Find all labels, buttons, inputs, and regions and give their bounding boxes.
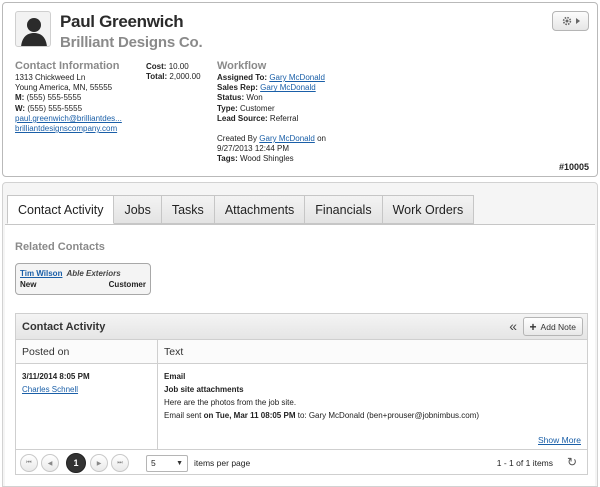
type: Type: Customer <box>217 103 275 113</box>
tab-attachments[interactable]: Attachments <box>214 195 306 224</box>
add-note-button[interactable]: + Add Note <box>522 317 583 336</box>
column-text[interactable]: Text <box>158 340 183 363</box>
panel-header: Contact Activity « + Add Note <box>16 314 587 340</box>
address-line-2: Young America, MN, 55555 <box>15 83 113 93</box>
contact-info-title: Contact Information <box>15 60 120 72</box>
address-line-1: 1313 Chickweed Ln <box>15 73 86 82</box>
person-icon <box>21 18 47 46</box>
tab-jobs[interactable]: Jobs <box>114 195 162 224</box>
table-row: 3/11/2014 8:05 PM Charles Schnell Email … <box>16 364 587 450</box>
tab-bar: Contact Activity Jobs Tasks Attachments … <box>7 195 475 224</box>
first-page-button[interactable]: ⏮ <box>20 454 38 472</box>
contact-header-card: Paul Greenwich Brilliant Designs Co. Con… <box>2 2 598 177</box>
caret-right-icon <box>575 18 580 24</box>
activity-body: Here are the photos from the job site. <box>164 398 297 407</box>
current-page[interactable]: 1 <box>66 453 86 473</box>
related-contact-card[interactable]: Tim Wilson Able Exteriors New Customer <box>15 263 151 295</box>
related-contact-status: New <box>20 280 37 289</box>
activity-kind: Email <box>164 372 186 381</box>
plus-icon: + <box>529 319 537 334</box>
contact-information: Contact Information 1313 Chickweed Ln Yo… <box>15 60 150 134</box>
settings-menu-button[interactable] <box>552 11 589 31</box>
cost: Cost: 10.00 <box>146 62 189 71</box>
related-contacts-title: Related Contacts <box>15 241 105 253</box>
tab-work-orders[interactable]: Work Orders <box>382 195 475 224</box>
activity-author-link[interactable]: Charles Schnell <box>22 385 78 394</box>
activity-subject: Job site attachments <box>164 385 244 394</box>
pager: ⏮ ◀ 1 ▶ ⏭ 5 ▼ items per page 1 - 1 of 1 … <box>16 450 587 476</box>
status: Status: Won <box>217 93 263 103</box>
email-link[interactable]: paul.greenwich@brilliantdes... <box>15 114 122 123</box>
contact-activity-panel: Contact Activity « + Add Note Posted on … <box>15 313 588 475</box>
contact-company: Brilliant Designs Co. <box>60 34 203 51</box>
sales-rep-link[interactable]: Gary McDonald <box>260 83 316 92</box>
items-range: 1 - 1 of 1 items <box>496 458 553 468</box>
related-contact-company: Able Exteriors <box>66 269 121 278</box>
tab-content: Related Contacts Tim Wilson Able Exterior… <box>5 224 595 486</box>
avatar <box>15 11 51 47</box>
related-contact-link[interactable]: Tim Wilson <box>20 269 62 278</box>
collapse-icon[interactable]: « <box>509 318 517 334</box>
assigned-to-link[interactable]: Gary McDonald <box>269 73 325 82</box>
next-page-button[interactable]: ▶ <box>90 454 108 472</box>
panel-title: Contact Activity <box>22 320 106 333</box>
show-more-link[interactable]: Show More <box>538 434 581 447</box>
tab-tasks[interactable]: Tasks <box>161 195 215 224</box>
last-page-button[interactable]: ⏭ <box>111 454 129 472</box>
refresh-icon[interactable]: ↻ <box>567 455 577 469</box>
website-link[interactable]: brilliantdesignscompany.com <box>15 124 117 133</box>
tab-financials[interactable]: Financials <box>305 195 383 224</box>
workflow-section: Workflow Assigned To: Gary McDonald Sale… <box>217 60 437 165</box>
activity-date: 3/11/2014 8:05 PM <box>22 372 90 381</box>
lead-source: Lead Source: Referral <box>217 113 299 123</box>
tabs-area: Contact Activity Jobs Tasks Attachments … <box>2 182 598 487</box>
created-by-link[interactable]: Gary McDonald <box>259 134 315 143</box>
mobile-phone: M: (555) 555-5555 <box>15 93 82 103</box>
column-posted-on[interactable]: Posted on <box>16 340 158 363</box>
created-date: 9/27/2013 12:44 PM <box>217 144 290 154</box>
workflow-title: Workflow <box>217 60 267 72</box>
job-number: #10005 <box>558 162 589 172</box>
tags: Tags: Wood Shingles <box>217 154 294 164</box>
chevron-down-icon: ▼ <box>176 459 183 467</box>
total: Total: 2,000.00 <box>146 72 201 82</box>
related-contact-type: Customer <box>108 280 146 289</box>
tab-contact-activity[interactable]: Contact Activity <box>7 195 115 224</box>
items-per-page-label: items per page <box>194 458 251 468</box>
cost-summary: Cost: 10.00 Total: 2,000.00 <box>146 62 211 82</box>
prev-page-button[interactable]: ◀ <box>41 454 59 472</box>
assigned-to: Assigned To: Gary McDonald <box>217 73 325 82</box>
table-header: Posted on Text <box>16 340 587 364</box>
created-by: Created By Gary McDonald on <box>217 134 326 144</box>
work-phone: W: (555) 555-5555 <box>15 103 83 113</box>
items-per-page-select[interactable]: 5 ▼ <box>146 454 188 472</box>
contact-name: Paul Greenwich <box>60 12 184 31</box>
activity-sent-info: Email sent on Tue, Mar 11 08:05 PM to: G… <box>164 411 480 420</box>
gear-icon <box>562 16 571 26</box>
sales-rep: Sales Rep: Gary McDonald <box>217 83 316 93</box>
